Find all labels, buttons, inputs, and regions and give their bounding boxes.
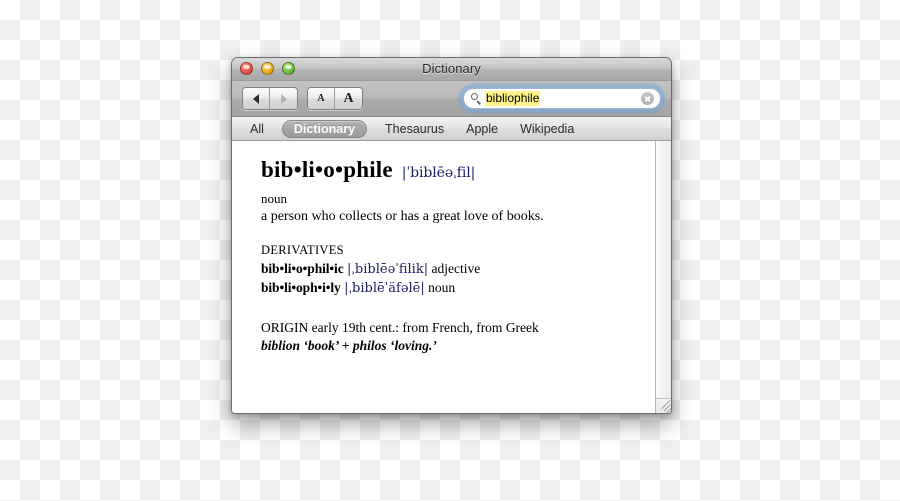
forward-button[interactable] xyxy=(270,88,297,109)
tab-wikipedia[interactable]: Wikipedia xyxy=(516,121,578,137)
headword: bib•li•o•phile xyxy=(261,157,393,182)
definition-text: a person who collects or has a great lov… xyxy=(261,209,544,224)
font-smaller-label: A xyxy=(317,92,325,104)
triangle-left-icon xyxy=(253,93,259,104)
clear-search-icon[interactable] xyxy=(641,92,654,105)
origin-label: ORIGIN xyxy=(261,320,309,335)
origin-section: ORIGIN early 19th cent.: from French, fr… xyxy=(261,319,637,355)
source-tab-bar: All Dictionary Thesaurus Apple Wikipedia xyxy=(232,117,671,141)
search-icon xyxy=(471,93,482,105)
derivative-pronunciation: |ˌbiblēˈäfəlē| xyxy=(344,281,425,296)
back-button[interactable] xyxy=(243,88,270,109)
increase-font-button[interactable]: A xyxy=(335,88,362,109)
vertical-scrollbar[interactable] xyxy=(655,141,671,413)
font-size-buttons: A A xyxy=(307,87,363,110)
content-area: bib•li•o•phile |ˈbiblēəˌfil| noun a pers… xyxy=(232,141,671,413)
derivative-pronunciation: |ˌbiblēəˈfilik| xyxy=(346,262,429,277)
tab-dictionary[interactable]: Dictionary xyxy=(281,119,368,138)
tab-apple[interactable]: Apple xyxy=(462,121,502,137)
derivative-row: bib•li•o•phil•ic |ˌbiblēəˈfilik| adjecti… xyxy=(261,260,637,279)
derivative-word: bib•li•o•phil•ic xyxy=(261,261,344,276)
resize-grip[interactable] xyxy=(656,398,671,413)
pronunciation: |ˈbiblēəˌfil| xyxy=(401,165,476,181)
headword-line: bib•li•o•phile |ˈbiblēəˌfil| xyxy=(261,157,637,183)
dictionary-window: Dictionary A A bibliophile All Dictionar… xyxy=(231,57,672,414)
derivatives-heading: DERIVATIVES xyxy=(261,243,344,257)
tab-all[interactable]: All xyxy=(246,121,268,137)
toolbar: A A bibliophile xyxy=(232,81,671,117)
navigation-buttons xyxy=(242,87,298,110)
title-bar[interactable]: Dictionary xyxy=(232,58,671,81)
search-input[interactable]: bibliophile xyxy=(463,88,661,109)
tab-thesaurus[interactable]: Thesaurus xyxy=(381,121,448,137)
derivative-row: bib•li•oph•i•ly |ˌbiblēˈäfəlē| noun xyxy=(261,279,637,298)
window-title: Dictionary xyxy=(422,61,481,76)
derivative-part-of-speech: noun xyxy=(428,280,456,295)
origin-text: early 19th cent.: from French, from Gree… xyxy=(311,320,539,335)
search-input-value: bibliophile xyxy=(485,91,541,106)
dictionary-entry: bib•li•o•phile |ˈbiblēəˌfil| noun a pers… xyxy=(232,141,655,413)
decrease-font-button[interactable]: A xyxy=(308,88,335,109)
derivative-part-of-speech: adjective xyxy=(431,261,481,276)
derivative-word: bib•li•oph•i•ly xyxy=(261,280,341,295)
search-field-container: bibliophile xyxy=(460,85,664,112)
part-of-speech: noun xyxy=(261,191,287,206)
triangle-right-icon xyxy=(280,93,287,104)
origin-etymology: biblion ‘book’ + philos ‘loving.’ xyxy=(261,338,437,353)
font-larger-label: A xyxy=(343,90,354,106)
